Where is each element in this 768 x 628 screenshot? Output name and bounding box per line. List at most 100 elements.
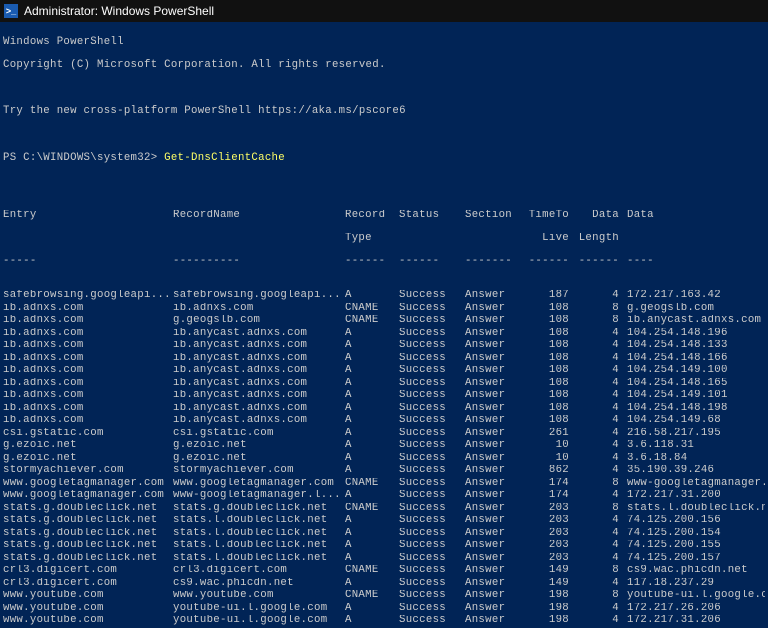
cell-data: ib.anycast.adnxs.com <box>627 315 765 328</box>
cell-recordtype: A <box>345 490 399 503</box>
prompt-path: PS C:\WINDOWS\system32> <box>3 152 164 164</box>
cell-entry: crl3.digicert.com <box>3 565 173 578</box>
cell-recordtype: A <box>345 465 399 478</box>
cell-recordname: safebrowsing.googleapi... <box>173 290 345 303</box>
cell-status: Success <box>399 515 465 528</box>
cell-ttl: 108 <box>527 353 577 366</box>
cell-status: Success <box>399 490 465 503</box>
col-ttl: TimeTo <box>527 210 577 223</box>
cell-section: Answer <box>465 328 527 341</box>
cell-recordname: www-googletagmanager.l... <box>173 490 345 503</box>
cell-recordname: youtube-ui.l.google.com <box>173 615 345 628</box>
col-status: Status <box>399 210 465 223</box>
cell-status: Success <box>399 578 465 591</box>
cell-data: 74.125.200.155 <box>627 540 765 553</box>
cell-status: Success <box>399 478 465 491</box>
cell-entry: ib.adnxs.com <box>3 390 173 403</box>
cell-data: 3.6.18.84 <box>627 453 765 466</box>
cell-ttl: 198 <box>527 615 577 628</box>
cell-data: cs9.wac.phicdn.net <box>627 565 765 578</box>
cell-data: 117.18.237.29 <box>627 578 765 591</box>
header-line-2: Copyright (C) Microsoft Corporation. All… <box>3 60 765 73</box>
cell-section: Answer <box>465 553 527 566</box>
cell-ttl: 187 <box>527 290 577 303</box>
cell-recordname: g.ezoic.net <box>173 440 345 453</box>
cell-data: 104.254.149.101 <box>627 390 765 403</box>
cell-ttl: 108 <box>527 403 577 416</box>
cell-status: Success <box>399 503 465 516</box>
cell-datalen: 4 <box>577 365 627 378</box>
cell-entry: ib.adnxs.com <box>3 328 173 341</box>
cell-datalen: 4 <box>577 578 627 591</box>
cell-ttl: 108 <box>527 415 577 428</box>
table-row: stormyachiever.comstormyachiever.comASuc… <box>3 465 765 478</box>
cell-ttl: 108 <box>527 390 577 403</box>
cell-recordtype: CNAME <box>345 590 399 603</box>
cell-ttl: 108 <box>527 315 577 328</box>
cell-datalen: 4 <box>577 290 627 303</box>
cell-recordname: stats.l.doubleclick.net <box>173 515 345 528</box>
cell-recordname: stormyachiever.com <box>173 465 345 478</box>
cell-section: Answer <box>465 453 527 466</box>
cell-status: Success <box>399 565 465 578</box>
cell-recordtype: CNAME <box>345 565 399 578</box>
cell-section: Answer <box>465 415 527 428</box>
cell-recordname: ib.anycast.adnxs.com <box>173 390 345 403</box>
cell-section: Answer <box>465 603 527 616</box>
cell-recordtype: A <box>345 428 399 441</box>
cell-recordname: stats.l.doubleclick.net <box>173 553 345 566</box>
cell-recordtype: CNAME <box>345 303 399 316</box>
col-recordtype: Record <box>345 210 399 223</box>
blank-line <box>3 130 765 143</box>
col-datalen: Data <box>577 210 627 223</box>
cell-entry: stats.g.doubleclick.net <box>3 503 173 516</box>
cell-section: Answer <box>465 353 527 366</box>
cell-entry: safebrowsing.googleapi... <box>3 290 173 303</box>
cell-entry: stats.g.doubleclick.net <box>3 528 173 541</box>
cell-entry: stats.g.doubleclick.net <box>3 553 173 566</box>
window-titlebar[interactable]: >_ Administrator: Windows PowerShell <box>0 0 768 22</box>
cell-recordname: www.youtube.com <box>173 590 345 603</box>
cell-data: 35.190.39.246 <box>627 465 765 478</box>
cell-recordtype: A <box>345 390 399 403</box>
cell-status: Success <box>399 465 465 478</box>
cell-section: Answer <box>465 515 527 528</box>
col-recordname: RecordName <box>173 210 345 223</box>
cell-recordtype: A <box>345 553 399 566</box>
cell-entry: ib.adnxs.com <box>3 365 173 378</box>
cell-ttl: 10 <box>527 453 577 466</box>
cell-recordtype: A <box>345 365 399 378</box>
cell-datalen: 4 <box>577 515 627 528</box>
cell-status: Success <box>399 365 465 378</box>
cell-data: 3.6.118.31 <box>627 440 765 453</box>
terminal-output[interactable]: Windows PowerShell Copyright (C) Microso… <box>0 22 768 628</box>
cell-status: Success <box>399 353 465 366</box>
cell-section: Answer <box>465 465 527 478</box>
cell-data: 104.254.148.133 <box>627 340 765 353</box>
cell-recordtype: A <box>345 603 399 616</box>
cell-data: stats.l.doubleclick.net <box>627 503 765 516</box>
cell-status: Success <box>399 615 465 628</box>
table-row: stats.g.doubleclick.netstats.g.doublecli… <box>3 503 765 516</box>
cell-datalen: 4 <box>577 353 627 366</box>
cell-datalen: 4 <box>577 453 627 466</box>
cell-recordtype: A <box>345 615 399 628</box>
cell-ttl: 203 <box>527 553 577 566</box>
cell-ttl: 862 <box>527 465 577 478</box>
table-row: safebrowsing.googleapi...safebrowsing.go… <box>3 290 765 303</box>
table-row: ib.adnxs.comib.adnxs.comCNAMESuccessAnsw… <box>3 303 765 316</box>
cell-status: Success <box>399 378 465 391</box>
cell-status: Success <box>399 553 465 566</box>
cell-status: Success <box>399 603 465 616</box>
cell-status: Success <box>399 303 465 316</box>
prompt-line[interactable]: PS C:\WINDOWS\system32> Get-DnsClientCac… <box>3 153 765 166</box>
cell-section: Answer <box>465 303 527 316</box>
cell-recordtype: A <box>345 440 399 453</box>
cell-recordname: ib.anycast.adnxs.com <box>173 415 345 428</box>
cell-entry: www.googletagmanager.com <box>3 490 173 503</box>
cell-ttl: 10 <box>527 440 577 453</box>
table-header-row-1: Entry RecordName Record Status Section T… <box>3 210 765 223</box>
table-row: www.youtube.comwww.youtube.comCNAMESucce… <box>3 590 765 603</box>
cell-entry: ib.adnxs.com <box>3 378 173 391</box>
cell-ttl: 174 <box>527 478 577 491</box>
